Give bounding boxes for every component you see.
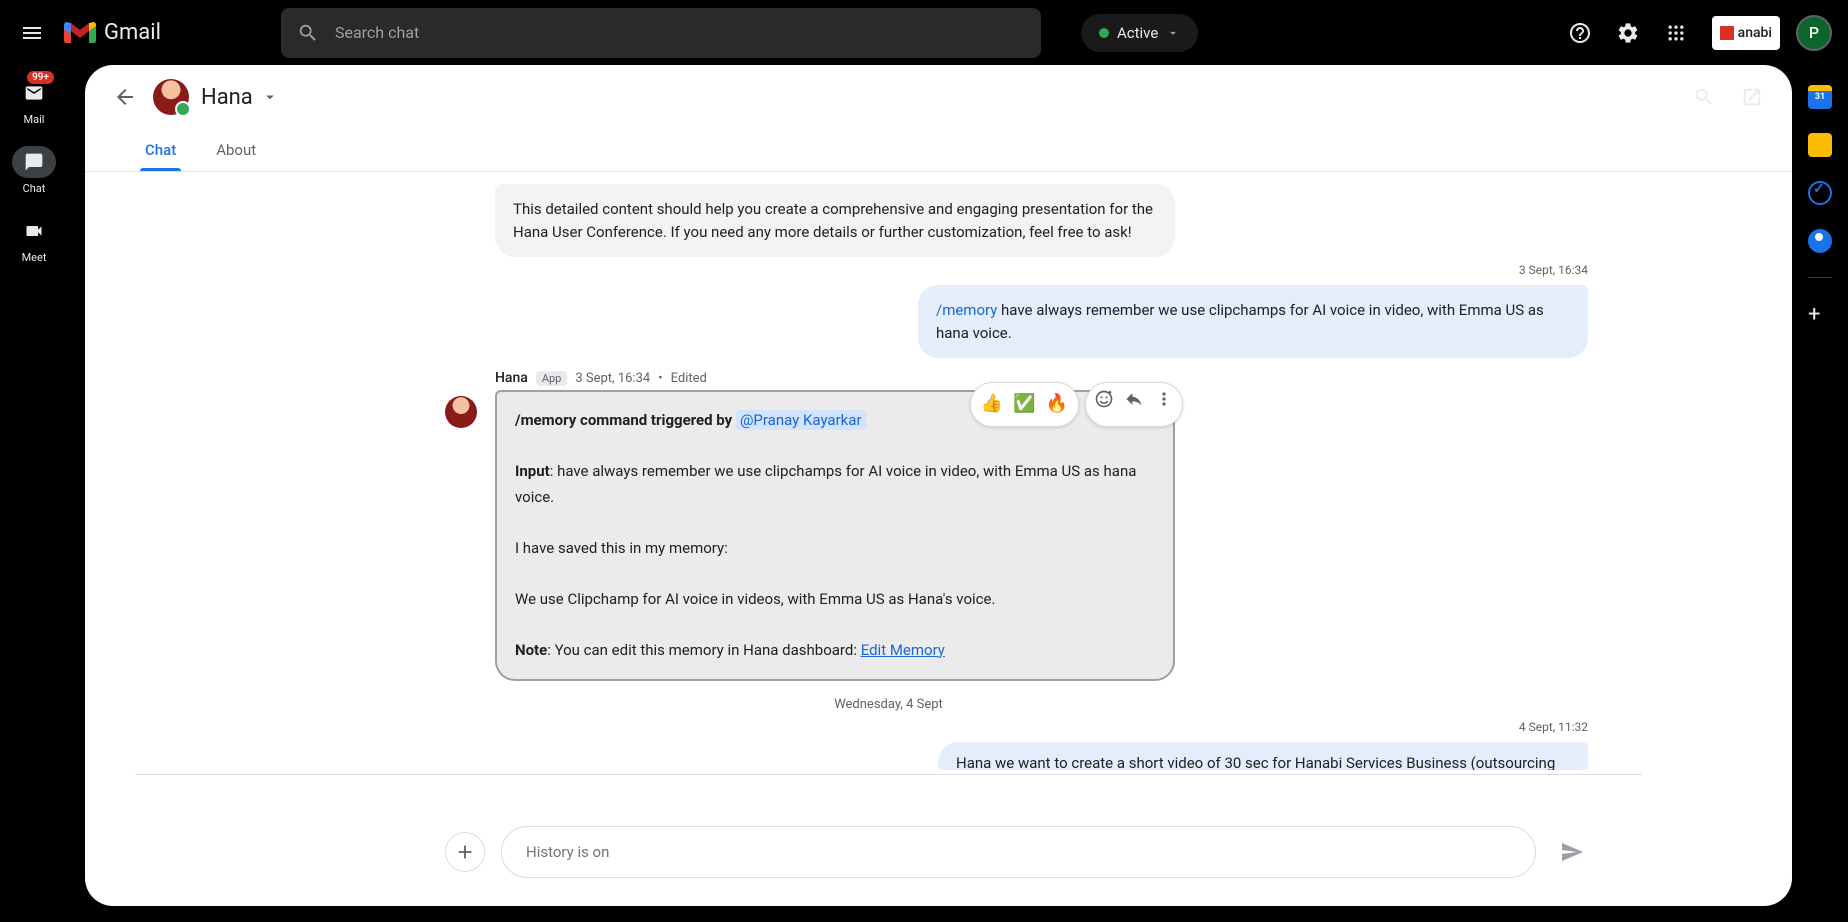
apps-button[interactable]: [1656, 13, 1696, 53]
add-reaction-icon[interactable]: [1094, 389, 1114, 409]
mail-icon: [24, 83, 44, 103]
edit-memory-link[interactable]: Edit Memory: [861, 641, 945, 659]
account-avatar[interactable]: P: [1796, 15, 1832, 51]
sender-avatar: [445, 396, 477, 428]
tab-chat[interactable]: Chat: [125, 129, 196, 171]
rail-meet[interactable]: Meet: [12, 215, 56, 264]
search-input[interactable]: [335, 23, 1025, 42]
gmail-text: Gmail: [104, 20, 161, 45]
contact-name: Hana: [201, 85, 253, 110]
meet-icon: [24, 221, 44, 241]
tasks-app[interactable]: [1808, 181, 1832, 205]
divider: [135, 774, 1642, 775]
rail-mail-label: Mail: [24, 113, 45, 126]
org-logo-icon: [1720, 26, 1734, 40]
reaction-fire[interactable]: 🔥: [1046, 389, 1068, 420]
calendar-app[interactable]: 31: [1808, 85, 1832, 109]
status-text: Active: [1117, 24, 1158, 42]
popout-button[interactable]: [1732, 77, 1772, 117]
addons-button[interactable]: +: [1808, 302, 1832, 326]
status-dot-icon: [1099, 28, 1109, 38]
gmail-logo[interactable]: Gmail: [64, 20, 161, 45]
status-pill[interactable]: Active: [1081, 14, 1198, 52]
message-user: Hana we want to create a short video of …: [938, 742, 1588, 770]
main-menu-button[interactable]: [8, 9, 56, 57]
message-assistant: This detailed content should help you cr…: [495, 184, 1175, 257]
contacts-app[interactable]: [1808, 229, 1832, 253]
more-options-icon[interactable]: [1154, 389, 1174, 409]
contact-avatar[interactable]: [153, 79, 189, 115]
attach-button[interactable]: [445, 832, 485, 872]
message-memory-card: 👍 ✅ 🔥 /memory command triggered by @Pran…: [495, 390, 1175, 681]
message-timestamp: 3 Sept, 16:34: [185, 263, 1592, 277]
chevron-down-icon: [1166, 26, 1180, 40]
tab-about[interactable]: About: [196, 129, 276, 171]
rail-chat-label: Chat: [23, 182, 46, 195]
reaction-check[interactable]: ✅: [1013, 389, 1035, 420]
chat-icon: [24, 152, 44, 172]
contact-menu-chevron[interactable]: [261, 88, 279, 106]
back-button[interactable]: [105, 77, 145, 117]
mail-badge: 99+: [27, 71, 54, 84]
org-text: anabi: [1738, 25, 1772, 41]
reaction-thumbsup[interactable]: 👍: [981, 389, 1003, 420]
message-timestamp: 4 Sept, 11:32: [185, 720, 1592, 734]
emoji-reactions: 👍 ✅ 🔥: [970, 382, 1079, 427]
search-bar[interactable]: [281, 8, 1041, 58]
send-button[interactable]: [1552, 832, 1592, 872]
reply-icon[interactable]: [1124, 389, 1144, 409]
divider: [1808, 277, 1832, 278]
support-button[interactable]: [1560, 13, 1600, 53]
keep-app[interactable]: [1808, 133, 1832, 157]
org-badge[interactable]: anabi: [1712, 16, 1780, 50]
rail-meet-label: Meet: [22, 251, 47, 264]
date-divider: Wednesday, 4 Sept: [185, 697, 1592, 712]
messages-scroll[interactable]: This detailed content should help you cr…: [85, 172, 1792, 806]
rail-chat[interactable]: Chat: [12, 146, 56, 195]
message-user: /memory have always remember we use clip…: [918, 285, 1588, 358]
message-input[interactable]: [501, 826, 1536, 878]
settings-button[interactable]: [1608, 13, 1648, 53]
chat-search-button[interactable]: [1684, 77, 1724, 117]
slash-command: /memory: [936, 301, 997, 319]
search-icon: [297, 22, 319, 44]
rail-mail[interactable]: 99+ Mail: [12, 77, 56, 126]
user-mention[interactable]: @Pranay Kayarkar: [736, 410, 866, 430]
